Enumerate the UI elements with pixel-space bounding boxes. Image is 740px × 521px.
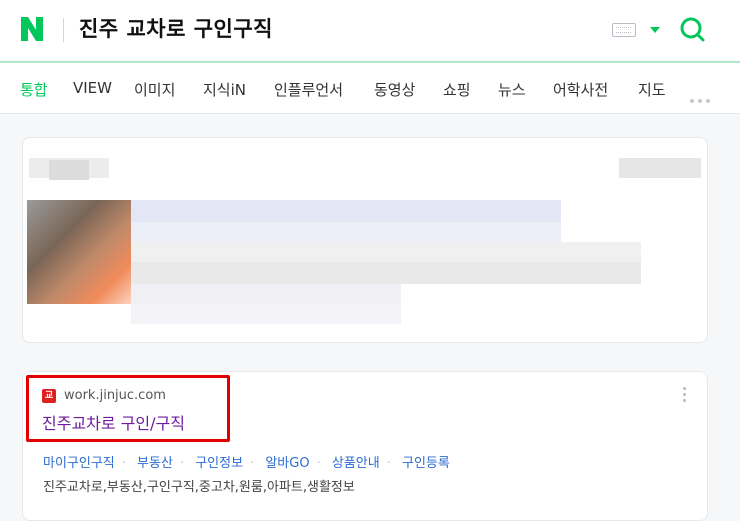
keyboard-icon[interactable] [612,23,636,37]
tab-knowledge-in[interactable]: 지식iN [203,79,246,100]
naver-logo[interactable] [19,15,45,43]
search-query-text[interactable]: 진주 교차로 구인구직 [79,13,273,43]
separator: · [316,456,321,471]
redacted-text [131,222,561,242]
search-tabs: 통합 VIEW 이미지 지식iN 인플루언서 동영상 쇼핑 뉴스 어학사전 지도 [0,63,740,114]
tab-map[interactable]: 지도 [638,79,666,100]
sublink-my-jobs[interactable]: 마이구인구직 [43,456,115,471]
redacted-text [49,160,89,180]
redacted-text [131,304,401,324]
redacted-text [619,158,701,178]
separator: · [179,456,185,471]
redacted-text [131,284,401,304]
sublink-product-info[interactable]: 상품안내 [332,456,380,471]
result-description: 진주교차로,부동산,구인구직,중고차,원룸,아파트,생활정보 [43,480,355,495]
tab-integrated[interactable]: 통합 [20,79,48,100]
tab-images[interactable]: 이미지 [134,79,175,100]
tab-video[interactable]: 동영상 [374,79,415,100]
separator: · [386,456,391,471]
red-highlight-box [26,375,230,442]
redacted-text [131,242,641,262]
redacted-text [131,262,641,284]
search-header: 진주 교차로 구인구직 [0,0,740,62]
tab-view[interactable]: VIEW [73,79,112,97]
tab-influencer[interactable]: 인플루언서 [274,79,343,100]
sublink-albago[interactable]: 알바GO [265,456,309,471]
header-divider [63,18,64,42]
sublink-job-register[interactable]: 구인등록 [402,456,450,471]
redacted-content-card [22,137,708,343]
more-tabs-icon[interactable] [690,88,716,103]
search-icon[interactable] [679,15,705,43]
sublink-real-estate[interactable]: 부동산 [137,456,173,471]
redacted-thumbnail [27,200,131,304]
result-sublinks: 마이구인구직 · 부동산 · 구인정보 · 알바GO · 상품안내 · 구인등록 [43,452,450,471]
tab-dictionary[interactable]: 어학사전 [553,79,608,100]
separator: · [250,456,255,471]
separator: · [121,456,126,471]
redacted-text [131,200,561,222]
tab-shopping[interactable]: 쇼핑 [443,79,471,100]
chevron-down-icon[interactable] [650,27,660,33]
sublink-job-info[interactable]: 구인정보 [195,456,243,471]
tab-news[interactable]: 뉴스 [498,79,526,100]
more-options-icon[interactable] [683,387,687,403]
